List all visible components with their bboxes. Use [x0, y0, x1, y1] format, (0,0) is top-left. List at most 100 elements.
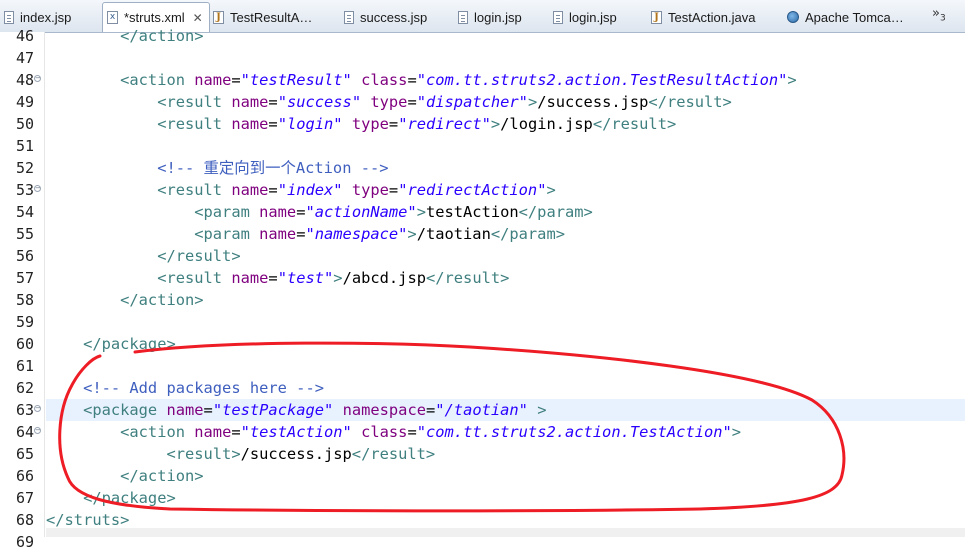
code-line[interactable]: 50 <result name="login" type="redirect">…: [0, 113, 965, 135]
tab-overflow-button[interactable]: »3: [932, 6, 946, 24]
code-text-area[interactable]: <package name="testPackage" namespace="/…: [46, 399, 965, 421]
code-line[interactable]: 56 </result>: [0, 245, 965, 267]
code-line[interactable]: 57 <result name="test">/abcd.jsp</result…: [0, 267, 965, 289]
code-token: name: [194, 71, 232, 89]
line-number: 49: [15, 93, 34, 111]
code-line[interactable]: 65 <result>/success.jsp</result>: [0, 443, 965, 465]
code-token: "success": [277, 93, 362, 111]
code-text-area[interactable]: <!-- Add packages here -->: [46, 377, 965, 399]
code-text-area[interactable]: <result name="login" type="redirect">/lo…: [46, 113, 965, 135]
line-number: 65: [15, 445, 34, 463]
code-content: <result name="test">/abcd.jsp</result>: [46, 267, 509, 289]
code-token: =: [407, 71, 417, 89]
code-token: >: [787, 71, 797, 89]
code-token: >: [416, 203, 426, 221]
code-text-area[interactable]: <result name="success" type="dispatcher"…: [46, 91, 965, 113]
code-line[interactable]: 54 <param name="actionName">testAction</…: [0, 201, 965, 223]
code-text-area[interactable]: [46, 311, 965, 333]
tab-label: success.jsp: [360, 9, 428, 25]
code-token: type: [351, 181, 389, 199]
code-line[interactable]: 62 <!-- Add packages here -->: [0, 377, 965, 399]
code-token: "dispatcher": [416, 93, 528, 111]
code-line[interactable]: 59: [0, 311, 965, 333]
code-text-area[interactable]: <result name="index" type="redirectActio…: [46, 179, 965, 201]
code-line[interactable]: 63− <package name="testPackage" namespac…: [0, 399, 965, 421]
tab-label: TestResultA…: [230, 9, 313, 25]
globe-icon: [787, 11, 799, 23]
code-line[interactable]: 55 <param name="namespace">/taotian</par…: [0, 223, 965, 245]
code-line[interactable]: 66 </action>: [0, 465, 965, 487]
code-token: </action>: [46, 291, 204, 309]
code-text-area[interactable]: </action>: [46, 465, 965, 487]
code-text-area[interactable]: <!-- 重定向到一个Action -->: [46, 157, 965, 179]
line-number: 64: [15, 423, 34, 441]
fold-toggle-icon[interactable]: −: [34, 185, 41, 192]
code-token: "redirect": [398, 115, 491, 133]
code-content: <!-- 重定向到一个Action -->: [46, 157, 388, 179]
fold-toggle-icon[interactable]: −: [34, 405, 41, 412]
code-line[interactable]: 68 </struts>: [0, 509, 965, 531]
code-token: <result: [46, 181, 232, 199]
code-line[interactable]: 69: [0, 531, 965, 553]
code-token: name: [259, 203, 297, 221]
code-text-area[interactable]: <param name="actionName">testAction</par…: [46, 201, 965, 223]
code-text-area[interactable]: </package>: [46, 333, 965, 355]
fold-toggle-icon[interactable]: −: [34, 75, 41, 82]
code-token: name: [259, 225, 297, 243]
code-text-area[interactable]: </package>: [46, 487, 965, 509]
code-text-area[interactable]: </result>: [46, 245, 965, 267]
code-content: <action name="testAction" class="com.tt.…: [46, 421, 741, 443]
code-text-area[interactable]: [46, 531, 965, 553]
code-line[interactable]: 49 <result name="success" type="dispatch…: [0, 91, 965, 113]
close-icon[interactable]: ✕: [193, 11, 203, 25]
fold-toggle-icon[interactable]: −: [34, 427, 41, 434]
code-token: name: [194, 423, 232, 441]
tab-label: *struts.xml: [124, 10, 185, 25]
code-line[interactable]: 51: [0, 135, 965, 157]
code-line[interactable]: 61: [0, 355, 965, 377]
tab-label: login.jsp: [474, 9, 522, 25]
code-token: "testPackage": [212, 401, 334, 419]
line-number: 48: [15, 71, 34, 89]
code-line[interactable]: 64− <action name="testAction" class="com…: [0, 421, 965, 443]
code-editor[interactable]: 46 </action> 47 48− <action name="testResu…: [0, 27, 965, 551]
code-token: "testAction": [240, 423, 352, 441]
tab-label: index.jsp: [20, 9, 72, 25]
code-text-area[interactable]: [46, 135, 965, 157]
code-token: >: [407, 225, 417, 243]
code-text-area[interactable]: <param name="namespace">/taotian</param>: [46, 223, 965, 245]
code-token: /success.jsp: [537, 93, 649, 111]
code-line[interactable]: 46 </action>: [0, 25, 965, 47]
code-text-area[interactable]: <result>/success.jsp</result>: [46, 443, 965, 465]
code-token: >: [527, 93, 538, 111]
code-text-area[interactable]: [46, 355, 965, 377]
code-token: =: [407, 93, 417, 111]
code-token: "login": [277, 115, 343, 133]
code-token: =: [268, 181, 278, 199]
code-text-area[interactable]: <action name="testAction" class="com.tt.…: [46, 421, 965, 443]
code-line[interactable]: 47: [0, 47, 965, 69]
code-token: "testResult": [240, 71, 352, 89]
code-token: </action>: [46, 27, 204, 45]
code-text-area[interactable]: <result name="test">/abcd.jsp</result>: [46, 267, 965, 289]
code-line[interactable]: 48− <action name="testResult" class="com…: [0, 69, 965, 91]
code-token: </package>: [46, 335, 176, 353]
code-content: </struts>: [46, 509, 129, 531]
code-text-area[interactable]: </action>: [46, 289, 965, 311]
code-text-area[interactable]: </struts>: [46, 509, 965, 531]
code-text-area[interactable]: </action>: [46, 25, 965, 47]
line-number: 57: [15, 269, 34, 287]
code-text-area[interactable]: [46, 47, 965, 69]
code-line[interactable]: 67 </package>: [0, 487, 965, 509]
code-content: <action name="testResult" class="com.tt.…: [46, 69, 797, 91]
jsp-file-icon: [553, 10, 563, 24]
code-line[interactable]: 53− <result name="index" type="redirectA…: [0, 179, 965, 201]
code-line[interactable]: 60 </package>: [0, 333, 965, 355]
xml-file-icon: x: [107, 11, 118, 24]
code-text-area[interactable]: <action name="testResult" class="com.tt.…: [46, 69, 965, 91]
code-line[interactable]: 52 <!-- 重定向到一个Action -->: [0, 157, 965, 179]
code-token: name: [231, 269, 269, 287]
code-token: </result>: [425, 269, 510, 287]
code-line[interactable]: 58 </action>: [0, 289, 965, 311]
